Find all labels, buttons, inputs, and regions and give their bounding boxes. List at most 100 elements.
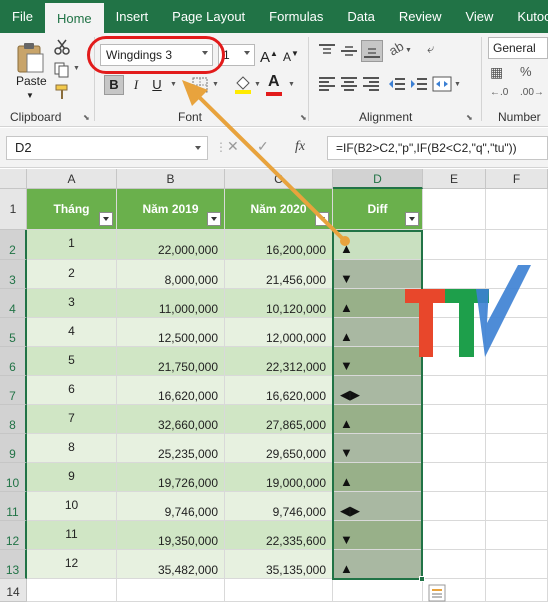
cell-month[interactable]: 12 bbox=[27, 550, 117, 579]
row-header-6[interactable]: 6 bbox=[0, 347, 27, 376]
number-format-combobox[interactable]: General bbox=[488, 37, 548, 59]
row-header-13[interactable]: 13 bbox=[0, 550, 27, 579]
cell-diff[interactable]: ▲ bbox=[333, 550, 423, 579]
align-center-icon[interactable] bbox=[340, 76, 358, 92]
cell-empty[interactable] bbox=[423, 521, 486, 550]
row-header-8[interactable]: 8 bbox=[0, 405, 27, 434]
cell-2019[interactable]: 21,750,000 bbox=[117, 347, 225, 376]
header-cell-c[interactable]: Năm 2020 bbox=[225, 189, 333, 230]
column-header-a[interactable]: A bbox=[27, 169, 117, 189]
cell-2020[interactable]: 10,120,000 bbox=[225, 289, 333, 318]
row-header-11[interactable]: 11 bbox=[0, 492, 27, 521]
row-header-10[interactable]: 10 bbox=[0, 463, 27, 492]
cell-diff[interactable]: ▲ bbox=[333, 230, 423, 260]
fill-color-dropdown-icon[interactable]: ▼ bbox=[254, 81, 261, 88]
font-size-dropdown-icon[interactable] bbox=[244, 51, 250, 55]
quick-analysis-icon[interactable] bbox=[428, 584, 446, 602]
copy-dropdown-icon[interactable]: ▼ bbox=[73, 65, 80, 72]
name-box[interactable]: D2 bbox=[6, 136, 208, 160]
row-header-9[interactable]: 9 bbox=[0, 434, 27, 463]
tab-insert[interactable]: Insert bbox=[104, 0, 161, 33]
cell-2020[interactable]: 16,200,000 bbox=[225, 230, 333, 260]
percent-style-icon[interactable]: % bbox=[520, 64, 532, 79]
cell-empty[interactable] bbox=[486, 492, 548, 521]
cell-empty[interactable] bbox=[486, 521, 548, 550]
wrap-text-icon[interactable]: ⤶ bbox=[427, 41, 434, 57]
row-header-3[interactable]: 3 bbox=[0, 260, 27, 289]
borders-icon[interactable] bbox=[192, 77, 208, 93]
fill-color-icon[interactable] bbox=[234, 75, 252, 95]
increase-indent-icon[interactable] bbox=[410, 76, 428, 92]
row-header-1[interactable]: 1 bbox=[0, 189, 27, 230]
decrease-font-size-button[interactable]: A▼ bbox=[281, 44, 301, 64]
accounting-format-icon[interactable]: ▦ bbox=[490, 64, 503, 81]
column-header-c[interactable]: C bbox=[225, 169, 333, 189]
cancel-icon[interactable]: ✕ bbox=[227, 138, 239, 155]
cell-month[interactable]: 10 bbox=[27, 492, 117, 521]
underline-button[interactable]: U bbox=[147, 75, 167, 95]
cell-empty[interactable] bbox=[486, 550, 548, 579]
cell-2019[interactable]: 8,000,000 bbox=[117, 260, 225, 289]
cell-empty[interactable] bbox=[225, 579, 333, 602]
cell-2019[interactable]: 11,000,000 bbox=[117, 289, 225, 318]
decrease-indent-icon[interactable] bbox=[388, 76, 406, 92]
filter-dropdown-icon[interactable] bbox=[405, 212, 419, 226]
cell-empty[interactable] bbox=[27, 579, 117, 602]
cell-2020[interactable]: 9,746,000 bbox=[225, 492, 333, 521]
cell-2019[interactable]: 32,660,000 bbox=[117, 405, 225, 434]
align-right-icon[interactable] bbox=[362, 76, 380, 92]
cell-2019[interactable]: 35,482,000 bbox=[117, 550, 225, 579]
tab-home[interactable]: Home bbox=[44, 3, 104, 33]
cell-month[interactable]: 11 bbox=[27, 521, 117, 550]
column-header-e[interactable]: E bbox=[423, 169, 486, 189]
filter-dropdown-icon[interactable] bbox=[99, 212, 113, 226]
cell-diff[interactable]: ▲ bbox=[333, 405, 423, 434]
cell-2019[interactable]: 19,350,000 bbox=[117, 521, 225, 550]
enter-icon[interactable]: ✓ bbox=[257, 138, 269, 155]
insert-function-button[interactable]: fx bbox=[295, 139, 305, 155]
bold-button[interactable]: B bbox=[104, 75, 124, 95]
cell-empty[interactable] bbox=[333, 579, 423, 602]
tab-formulas[interactable]: Formulas bbox=[257, 0, 335, 33]
row-header-12[interactable]: 12 bbox=[0, 521, 27, 550]
cell-2020[interactable]: 22,312,000 bbox=[225, 347, 333, 376]
cell-2020[interactable]: 21,456,000 bbox=[225, 260, 333, 289]
cell-empty[interactable] bbox=[486, 230, 548, 260]
underline-dropdown-icon[interactable]: ▼ bbox=[170, 81, 177, 88]
name-box-dropdown-icon[interactable] bbox=[195, 146, 201, 150]
row-header-2[interactable]: 2 bbox=[0, 230, 27, 260]
merge-center-icon[interactable] bbox=[432, 76, 452, 92]
cell-month[interactable]: 5 bbox=[27, 347, 117, 376]
cell-2019[interactable]: 9,746,000 bbox=[117, 492, 225, 521]
orientation-icon[interactable]: ab bbox=[386, 38, 406, 58]
row-header-7[interactable]: 7 bbox=[0, 376, 27, 405]
tab-file[interactable]: File bbox=[0, 0, 45, 33]
top-align-icon[interactable] bbox=[318, 43, 336, 59]
header-cell-d[interactable]: Diff bbox=[333, 189, 423, 230]
middle-align-icon[interactable] bbox=[340, 43, 358, 59]
tab-page-layout[interactable]: Page Layout bbox=[160, 0, 257, 33]
cell-e1[interactable] bbox=[423, 189, 486, 230]
cell-diff[interactable]: ◀▶ bbox=[333, 492, 423, 521]
cell-2020[interactable]: 35,135,000 bbox=[225, 550, 333, 579]
tab-kutools[interactable]: Kutools bbox=[505, 0, 548, 33]
formula-input[interactable]: =IF(B2>C2,"p",IF(B2<C2,"q","tu")) bbox=[327, 136, 548, 160]
paste-button[interactable]: Paste bbox=[16, 74, 47, 88]
cell-2020[interactable]: 29,650,000 bbox=[225, 434, 333, 463]
cell-2019[interactable]: 12,500,000 bbox=[117, 318, 225, 347]
cell-empty[interactable] bbox=[423, 463, 486, 492]
borders-dropdown-icon[interactable]: ▼ bbox=[212, 81, 219, 88]
cell-month[interactable]: 6 bbox=[27, 376, 117, 405]
cell-2019[interactable]: 16,620,000 bbox=[117, 376, 225, 405]
alignment-launcher-icon[interactable]: ⬊ bbox=[466, 113, 473, 122]
column-header-f[interactable]: F bbox=[486, 169, 548, 189]
cell-2020[interactable]: 16,620,000 bbox=[225, 376, 333, 405]
cell-diff[interactable]: ▼ bbox=[333, 434, 423, 463]
cell-diff[interactable]: ◀▶ bbox=[333, 376, 423, 405]
copy-icon[interactable] bbox=[54, 62, 70, 78]
format-painter-icon[interactable] bbox=[54, 84, 70, 100]
cell-2020[interactable]: 12,000,000 bbox=[225, 318, 333, 347]
filter-dropdown-icon[interactable] bbox=[315, 212, 329, 226]
tab-data[interactable]: Data bbox=[335, 0, 386, 33]
cell-diff[interactable]: ▲ bbox=[333, 463, 423, 492]
